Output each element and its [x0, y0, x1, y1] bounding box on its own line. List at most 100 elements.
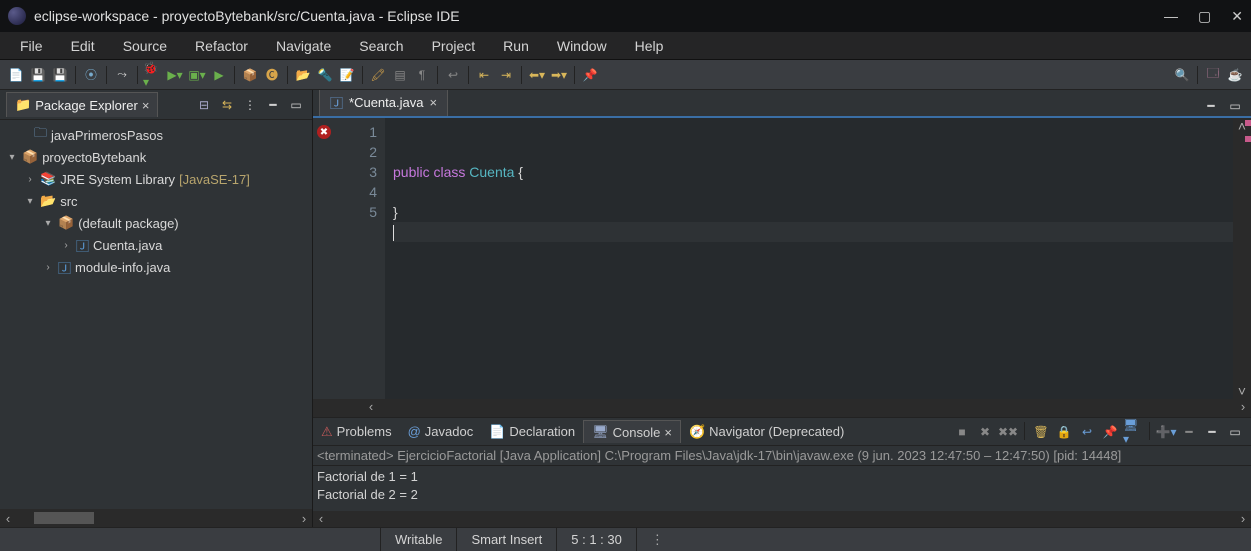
menu-project[interactable]: Project — [418, 35, 490, 57]
status-insert[interactable]: Smart Insert — [456, 528, 556, 551]
menubar: File Edit Source Refactor Navigate Searc… — [0, 32, 1251, 60]
java-perspective-icon[interactable]: ☕ — [1225, 65, 1245, 85]
menu-run[interactable]: Run — [489, 35, 543, 57]
minimize-button[interactable]: — — [1164, 8, 1178, 25]
package-explorer-title: Package Explorer — [35, 98, 138, 113]
close-tab-icon[interactable]: × — [142, 98, 150, 113]
tree-file-moduleinfo[interactable]: ›🄹 module-info.java — [0, 256, 312, 278]
pin-console-icon[interactable]: 📌 — [1100, 422, 1120, 442]
minimize-editor-icon[interactable]: ━ — [1201, 96, 1221, 116]
code-editor[interactable]: ✖ 1 2 3 4 5 public class Cuenta { } ˄ ˅ — [313, 118, 1251, 399]
code-body[interactable]: public class Cuenta { } — [385, 118, 1233, 399]
package-explorer-tab[interactable]: 📁 Package Explorer × — [6, 92, 158, 117]
menu-source[interactable]: Source — [109, 35, 181, 57]
show-whitespace-icon[interactable]: ¶ — [412, 65, 432, 85]
toggle-mark-icon[interactable]: 🖍 — [368, 65, 388, 85]
tab-navigator[interactable]: 🧭 Navigator (Deprecated) — [681, 421, 852, 443]
toggle-block-icon[interactable]: ▤ — [390, 65, 410, 85]
menu-navigate[interactable]: Navigate — [262, 35, 345, 57]
menu-help[interactable]: Help — [621, 35, 678, 57]
status-menu-icon[interactable]: ⋮ — [636, 528, 680, 551]
scroll-right-icon[interactable]: › — [296, 511, 312, 526]
minimize-view-icon[interactable]: ━ — [263, 95, 283, 115]
close-tab-icon[interactable]: × — [664, 425, 672, 440]
open-type-icon[interactable]: 📂 — [293, 65, 313, 85]
maximize-button[interactable]: ▢ — [1198, 8, 1211, 25]
remove-launch-icon[interactable]: ✖ — [975, 422, 995, 442]
prev-annotation-icon[interactable]: ⇤ — [474, 65, 494, 85]
scroll-right-icon[interactable]: › — [1235, 511, 1251, 527]
line-gutter: 1 2 3 4 5 — [335, 118, 385, 399]
new-icon[interactable]: 📄 — [6, 65, 26, 85]
editor-tab-cuenta[interactable]: 🄹 *Cuenta.java × — [319, 90, 448, 116]
search-icon2[interactable]: 🔦 — [315, 65, 335, 85]
new-java-class-icon[interactable]: 🅒 — [262, 65, 282, 85]
minimize-panel-icon[interactable]: ━ — [1202, 422, 1222, 442]
remove-all-icon[interactable]: ✖✖ — [998, 422, 1018, 442]
tab-javadoc[interactable]: @ Javadoc — [400, 421, 482, 442]
overview-ruler[interactable] — [1245, 118, 1251, 381]
scroll-lock-icon[interactable]: 🔒 — [1054, 422, 1074, 442]
line-number: 3 — [335, 162, 377, 182]
run-last-icon[interactable]: ▶ — [209, 65, 229, 85]
tree-project-2[interactable]: ▾📦 proyectoBytebank — [0, 146, 312, 168]
maximize-editor-icon[interactable]: ▭ — [1225, 96, 1245, 116]
menu-file[interactable]: File — [6, 35, 57, 57]
annotation-icon[interactable]: 📝 — [337, 65, 357, 85]
tree-src[interactable]: ▾📂 src — [0, 190, 312, 212]
open-perspective-icon[interactable]: 🗔 — [1203, 65, 1223, 85]
toggle-breadcrumb-icon[interactable]: ⦿ — [81, 65, 101, 85]
maximize-panel-icon[interactable]: ▭ — [1225, 422, 1245, 442]
search-icon[interactable]: 🔍 — [1172, 65, 1192, 85]
next-annotation-icon[interactable]: ⇥ — [496, 65, 516, 85]
editor-hscrollbar[interactable]: ‹ › — [313, 399, 1251, 417]
scroll-left-icon[interactable]: ‹ — [0, 511, 16, 526]
view-menu-icon[interactable]: ⋮ — [240, 95, 260, 115]
tab-declaration[interactable]: 📄 Declaration — [481, 421, 583, 443]
coverage-icon[interactable]: ▣▾ — [187, 65, 207, 85]
tree-project-1[interactable]: 🗀 javaPrimerosPasos — [0, 124, 312, 146]
open-console-icon[interactable]: ➕▾ — [1156, 422, 1176, 442]
forward-icon[interactable]: ➡▾ — [549, 65, 569, 85]
scroll-down-icon[interactable]: ˅ — [1233, 383, 1251, 399]
close-tab-icon[interactable]: × — [429, 95, 437, 110]
tab-console[interactable]: 🖥 Console × — [583, 420, 681, 443]
toggle-word-wrap-icon[interactable]: ↩ — [443, 65, 463, 85]
code-brace-close: } — [393, 202, 1233, 222]
clear-console-icon[interactable]: 🗑 — [1031, 422, 1051, 442]
project-tree[interactable]: 🗀 javaPrimerosPasos ▾📦 proyectoBytebank … — [0, 120, 312, 509]
menu-refactor[interactable]: Refactor — [181, 35, 262, 57]
pkg-hscrollbar[interactable]: ‹ › — [0, 509, 312, 527]
scroll-left-icon[interactable]: ‹ — [363, 399, 379, 417]
console-view[interactable]: <terminated> EjercicioFactorial [Java Ap… — [313, 446, 1251, 511]
maximize-view-icon[interactable]: ▭ — [286, 95, 306, 115]
menu-search[interactable]: Search — [345, 35, 417, 57]
save-all-icon[interactable]: 💾 — [50, 65, 70, 85]
terminate-icon[interactable]: ■ — [952, 422, 972, 442]
scroll-left-icon[interactable]: ‹ — [313, 511, 329, 527]
tree-default-package[interactable]: ▾📦 (default package) — [0, 212, 312, 234]
tab-problems[interactable]: ⚠ Problems — [313, 421, 400, 443]
tree-jre[interactable]: ›📚 JRE System Library [JavaSE-17] — [0, 168, 312, 190]
console-menu-icon[interactable]: ━ — [1179, 422, 1199, 442]
word-wrap-icon[interactable]: ↩ — [1077, 422, 1097, 442]
tree-file-cuenta[interactable]: ›🄹 Cuenta.java — [0, 234, 312, 256]
save-icon[interactable]: 💾 — [28, 65, 48, 85]
skip-breakpoints-icon[interactable]: ⤳ — [112, 65, 132, 85]
close-button[interactable]: ✕ — [1231, 8, 1243, 25]
menu-edit[interactable]: Edit — [57, 35, 109, 57]
status-cursor-pos[interactable]: 5 : 1 : 30 — [556, 528, 636, 551]
back-icon[interactable]: ⬅▾ — [527, 65, 547, 85]
debug-icon[interactable]: 🐞▾ — [143, 65, 163, 85]
status-writable[interactable]: Writable — [380, 528, 456, 551]
run-icon[interactable]: ▶▾ — [165, 65, 185, 85]
pin-editor-icon[interactable]: 📌 — [580, 65, 600, 85]
console-hscrollbar[interactable]: ‹ › — [313, 511, 1251, 527]
scroll-right-icon[interactable]: › — [1235, 399, 1251, 417]
link-editor-icon[interactable]: ⇆ — [217, 95, 237, 115]
error-marker-icon[interactable]: ✖ — [317, 125, 331, 139]
menu-window[interactable]: Window — [543, 35, 621, 57]
display-selected-console-icon[interactable]: 🖥▾ — [1123, 422, 1143, 442]
new-java-package-icon[interactable]: 📦 — [240, 65, 260, 85]
collapse-all-icon[interactable]: ⊟ — [194, 95, 214, 115]
